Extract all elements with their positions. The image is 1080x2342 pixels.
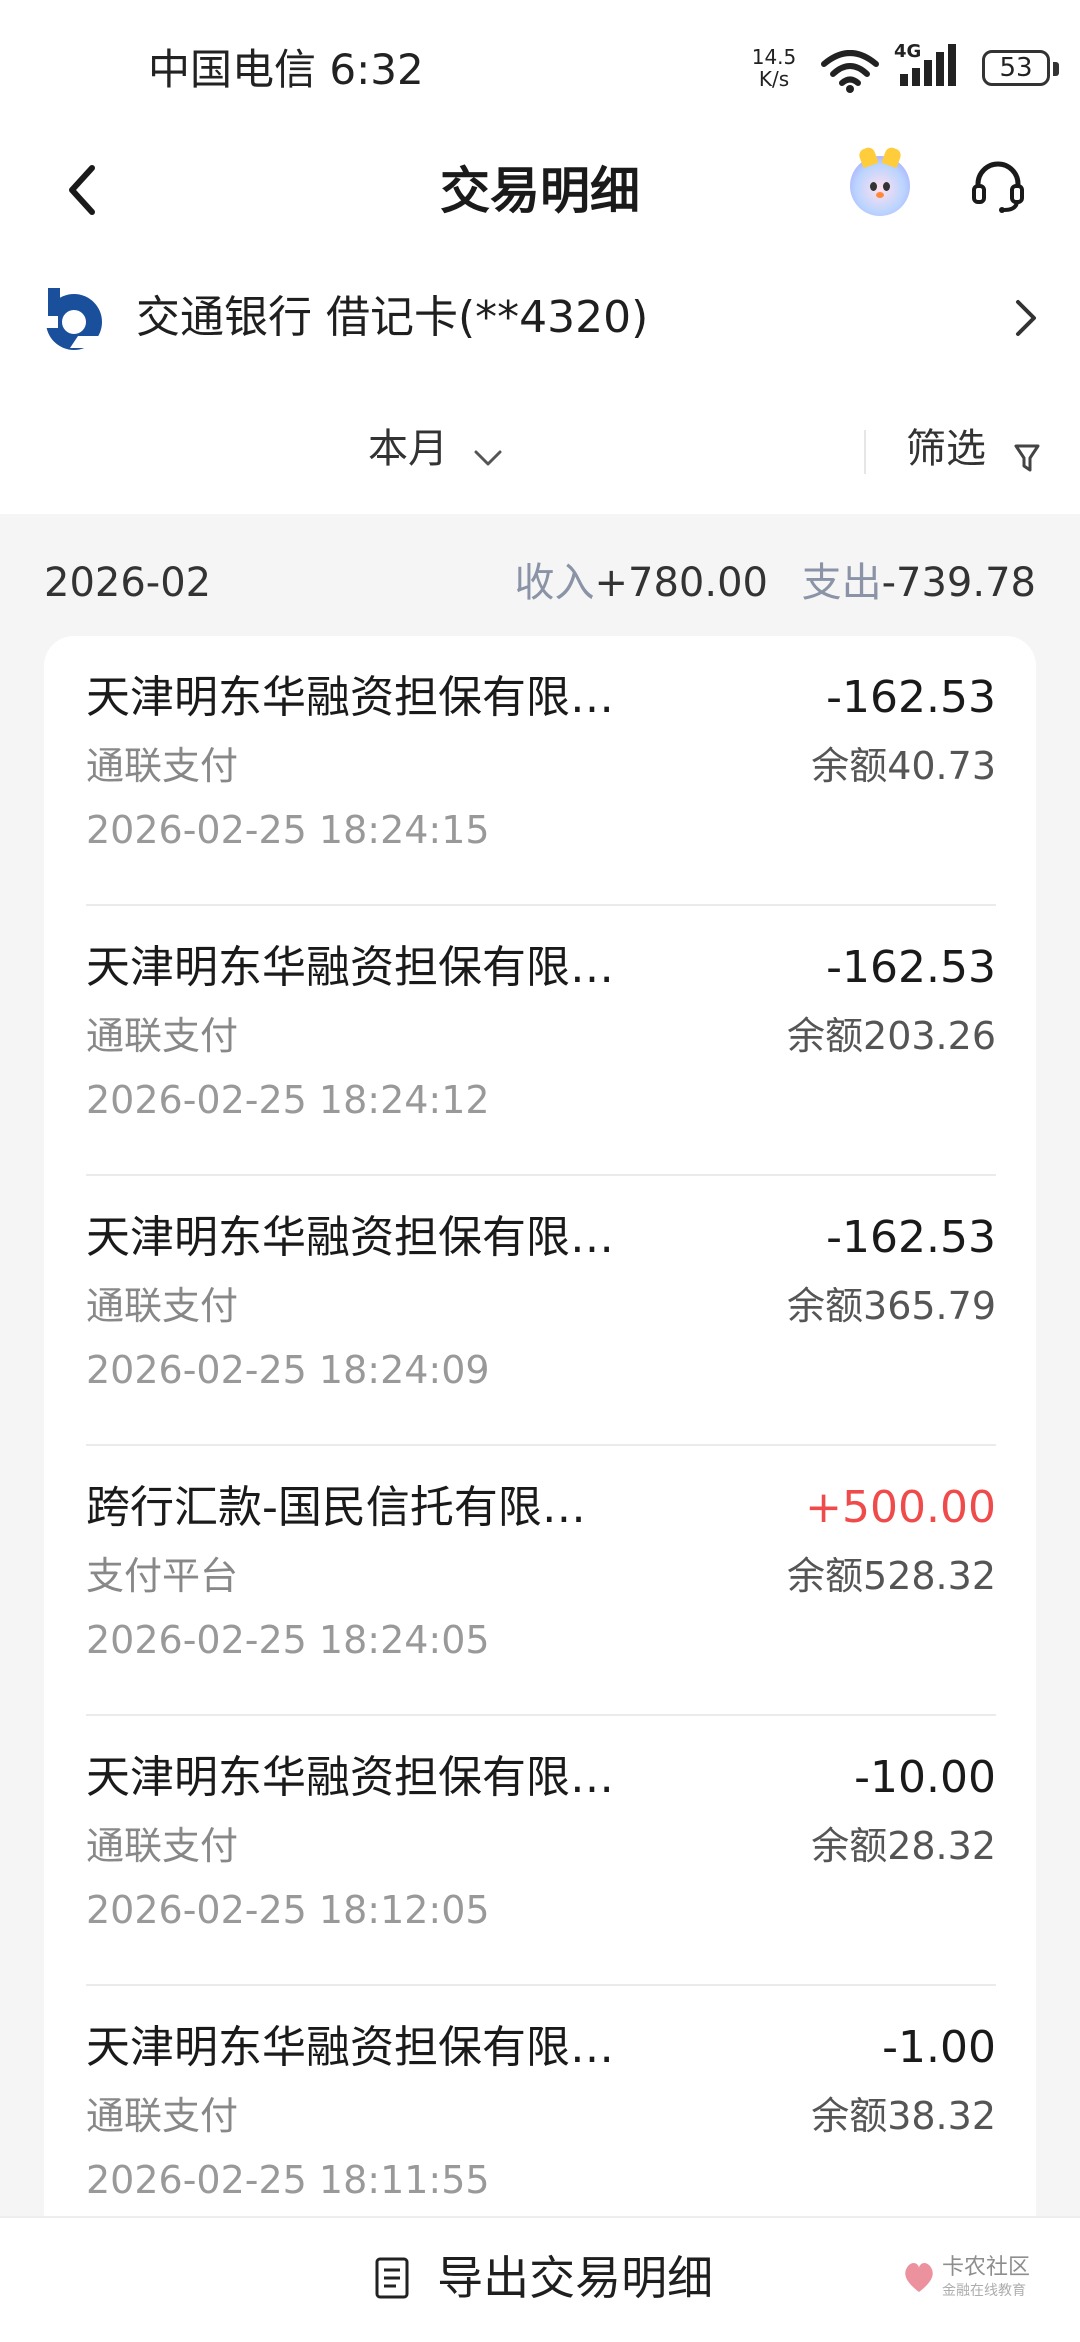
transaction-desc: 天津明东华融资担保有限…	[86, 672, 614, 723]
header: 交易明细	[0, 130, 1080, 250]
status-bar: 中国电信 6:32 14.5 K/s 4G 53	[0, 0, 1080, 130]
avatar-ear	[857, 145, 879, 169]
card-name: 交通银行 借记卡(**4320)	[136, 292, 649, 343]
transaction-channel: 通联支付	[86, 1824, 239, 1868]
avatar-ear	[881, 145, 903, 169]
net-speed-value: 14.5	[751, 45, 797, 69]
divider	[864, 430, 866, 474]
transaction-row[interactable]: 天津明东华融资担保有限… -10.00 通联支付 余额28.32 2026-02…	[86, 1716, 996, 1986]
transaction-time: 2026-02-25 18:12:05	[86, 1888, 490, 1932]
transaction-balance: 余额528.32	[787, 1554, 996, 1598]
bottom-bar: 导出交易明细 卡农社区 金融在线教育	[0, 2216, 1080, 2342]
transaction-row[interactable]: 天津明东华融资担保有限… -162.53 通联支付 余额365.79 2026-…	[86, 1176, 996, 1446]
transaction-desc: 天津明东华融资担保有限…	[86, 1212, 614, 1263]
transaction-desc: 天津明东华融资担保有限…	[86, 1752, 614, 1803]
transaction-amount: -162.53	[826, 672, 996, 723]
transaction-channel: 通联支付	[86, 1014, 239, 1058]
month-summary: 2026-02 收入+780.00 支出-739.78	[0, 550, 1080, 616]
transaction-channel: 通联支付	[86, 1284, 239, 1328]
transaction-row[interactable]: 天津明东华融资担保有限… -162.53 通联支付 余额40.73 2026-0…	[86, 636, 996, 906]
expense-label: 支出	[801, 560, 882, 606]
avatar-eye	[883, 182, 890, 191]
expense-total: 支出-739.78	[802, 550, 1036, 616]
transaction-amount: -10.00	[854, 1752, 996, 1803]
chevron-down-icon	[474, 450, 502, 465]
watermark-logo	[905, 2262, 933, 2292]
transaction-row[interactable]: 天津明东华融资担保有限… -162.53 通联支付 余额203.26 2026-…	[86, 906, 996, 1176]
avatar-beak	[876, 192, 884, 198]
battery-cap	[1053, 62, 1059, 76]
transaction-row[interactable]: 跨行汇款-国民信托有限… +500.00 支付平台 余额528.32 2026-…	[86, 1446, 996, 1716]
page-title: 交易明细	[440, 162, 640, 220]
summary-month: 2026-02	[44, 560, 212, 606]
avatar-eye	[870, 182, 877, 191]
transaction-time: 2026-02-25 18:24:05	[86, 1618, 490, 1662]
transaction-channel: 通联支付	[86, 744, 239, 788]
filter-label: 筛选	[906, 426, 986, 472]
mascot-avatar[interactable]	[850, 145, 910, 216]
transaction-balance: 余额28.32	[811, 1824, 996, 1868]
headset-icon[interactable]	[968, 156, 1028, 216]
period-dropdown[interactable]: 本月	[368, 414, 503, 484]
signal-icon: 4G	[894, 42, 964, 90]
transaction-desc: 天津明东华融资担保有限…	[86, 942, 614, 993]
transaction-desc: 跨行汇款-国民信托有限…	[86, 1482, 586, 1533]
wifi-icon	[821, 50, 879, 93]
transaction-balance: 余额203.26	[787, 1014, 996, 1058]
filter-button[interactable]: 筛选	[906, 414, 1041, 484]
income-total: 收入+780.00	[515, 550, 768, 616]
transaction-amount: -162.53	[826, 1212, 996, 1263]
transaction-list: 天津明东华融资担保有限… -162.53 通联支付 余额40.73 2026-0…	[44, 636, 1036, 2236]
export-label: 导出交易明细	[437, 2251, 714, 2305]
income-value: +780.00	[594, 560, 768, 606]
export-button[interactable]: 导出交易明细	[374, 2242, 713, 2314]
watermark-title: 卡农社区	[942, 2255, 1031, 2280]
transaction-amount: -162.53	[826, 942, 996, 993]
document-icon	[375, 2257, 409, 2299]
net-speed-unit: K/s	[758, 67, 790, 91]
filter-icon	[1014, 444, 1040, 471]
period-label: 本月	[368, 426, 448, 472]
filter-row: 本月 筛选	[0, 410, 1080, 490]
transaction-desc: 天津明东华融资担保有限…	[86, 2022, 614, 2073]
transaction-time: 2026-02-25 18:11:55	[86, 2158, 490, 2202]
expense-value: -739.78	[881, 560, 1036, 606]
carrier-time: 中国电信 6:32	[148, 45, 424, 94]
transaction-amount: +500.00	[805, 1482, 996, 1533]
income-label: 收入	[514, 560, 595, 606]
chevron-right-icon	[1016, 300, 1036, 336]
card-selector[interactable]: 交通银行 借记卡(**4320)	[0, 270, 1080, 366]
status-icons: 14.5 K/s 4G 53	[720, 40, 1080, 100]
transaction-time: 2026-02-25 18:24:15	[86, 808, 490, 852]
transaction-channel: 支付平台	[86, 1554, 239, 1598]
battery-icon: 53	[982, 50, 1050, 86]
transaction-time: 2026-02-25 18:24:12	[86, 1078, 490, 1122]
transaction-amount: -1.00	[882, 2022, 996, 2073]
net-speed: 14.5 K/s	[744, 46, 804, 90]
transaction-balance: 余额40.73	[811, 744, 996, 788]
transaction-time: 2026-02-25 18:24:09	[86, 1348, 490, 1392]
transaction-balance: 余额365.79	[787, 1284, 996, 1328]
watermark-subtitle: 金融在线教育	[942, 2283, 1026, 2299]
bank-logo	[46, 288, 102, 350]
transaction-balance: 余额38.32	[811, 2094, 996, 2138]
transaction-channel: 通联支付	[86, 2094, 239, 2138]
